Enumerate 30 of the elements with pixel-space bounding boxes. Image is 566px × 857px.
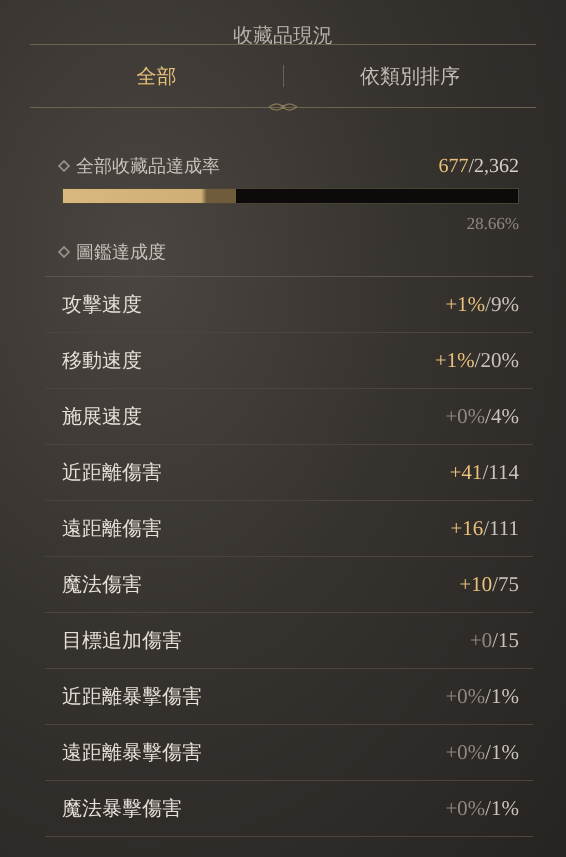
tab[interactable]: 全部 <box>30 59 282 93</box>
stat-name: 遠距離傷害 <box>62 515 162 542</box>
stat-name: 施展速度 <box>62 403 142 430</box>
tab[interactable]: 依類別排序 <box>284 59 536 93</box>
stat-value: +10/75 <box>459 572 519 597</box>
stat-value: +16/111 <box>450 516 519 541</box>
stat-name: 近距離暴擊傷害 <box>62 683 202 710</box>
stat-value: +0%/1% <box>445 740 519 765</box>
collection-count: 677/2,362 <box>438 154 519 178</box>
stat-value: +0/15 <box>470 628 519 653</box>
diamond-icon <box>58 246 70 258</box>
stat-name: 目標追加傷害 <box>62 627 182 654</box>
completion-percent: 28.66% <box>466 214 519 233</box>
stat-name: 攻擊速度 <box>62 291 142 318</box>
section-label: 圖鑑達成度 <box>76 241 166 264</box>
stat-name: 魔法傷害 <box>62 571 142 598</box>
stat-value: +0%/4% <box>445 404 519 429</box>
panel-title: 收藏品現況 <box>232 22 334 44</box>
stat-name: 移動速度 <box>62 347 142 374</box>
stat-name: 魔法暴擊傷害 <box>62 795 182 822</box>
diamond-icon <box>58 160 70 172</box>
stat-label: 全部收藏品達成率 <box>76 155 220 178</box>
ornament-icon <box>267 102 299 112</box>
stat-value: +0%/1% <box>445 796 519 821</box>
stat-name: 遠距離暴擊傷害 <box>62 739 202 766</box>
stat-name: 近距離傷害 <box>62 459 162 486</box>
stat-value: +41/114 <box>450 460 519 485</box>
stat-value: +1%/9% <box>445 292 519 317</box>
stat-value: +1%/20% <box>434 348 519 373</box>
stat-value: +0%/1% <box>445 684 519 709</box>
